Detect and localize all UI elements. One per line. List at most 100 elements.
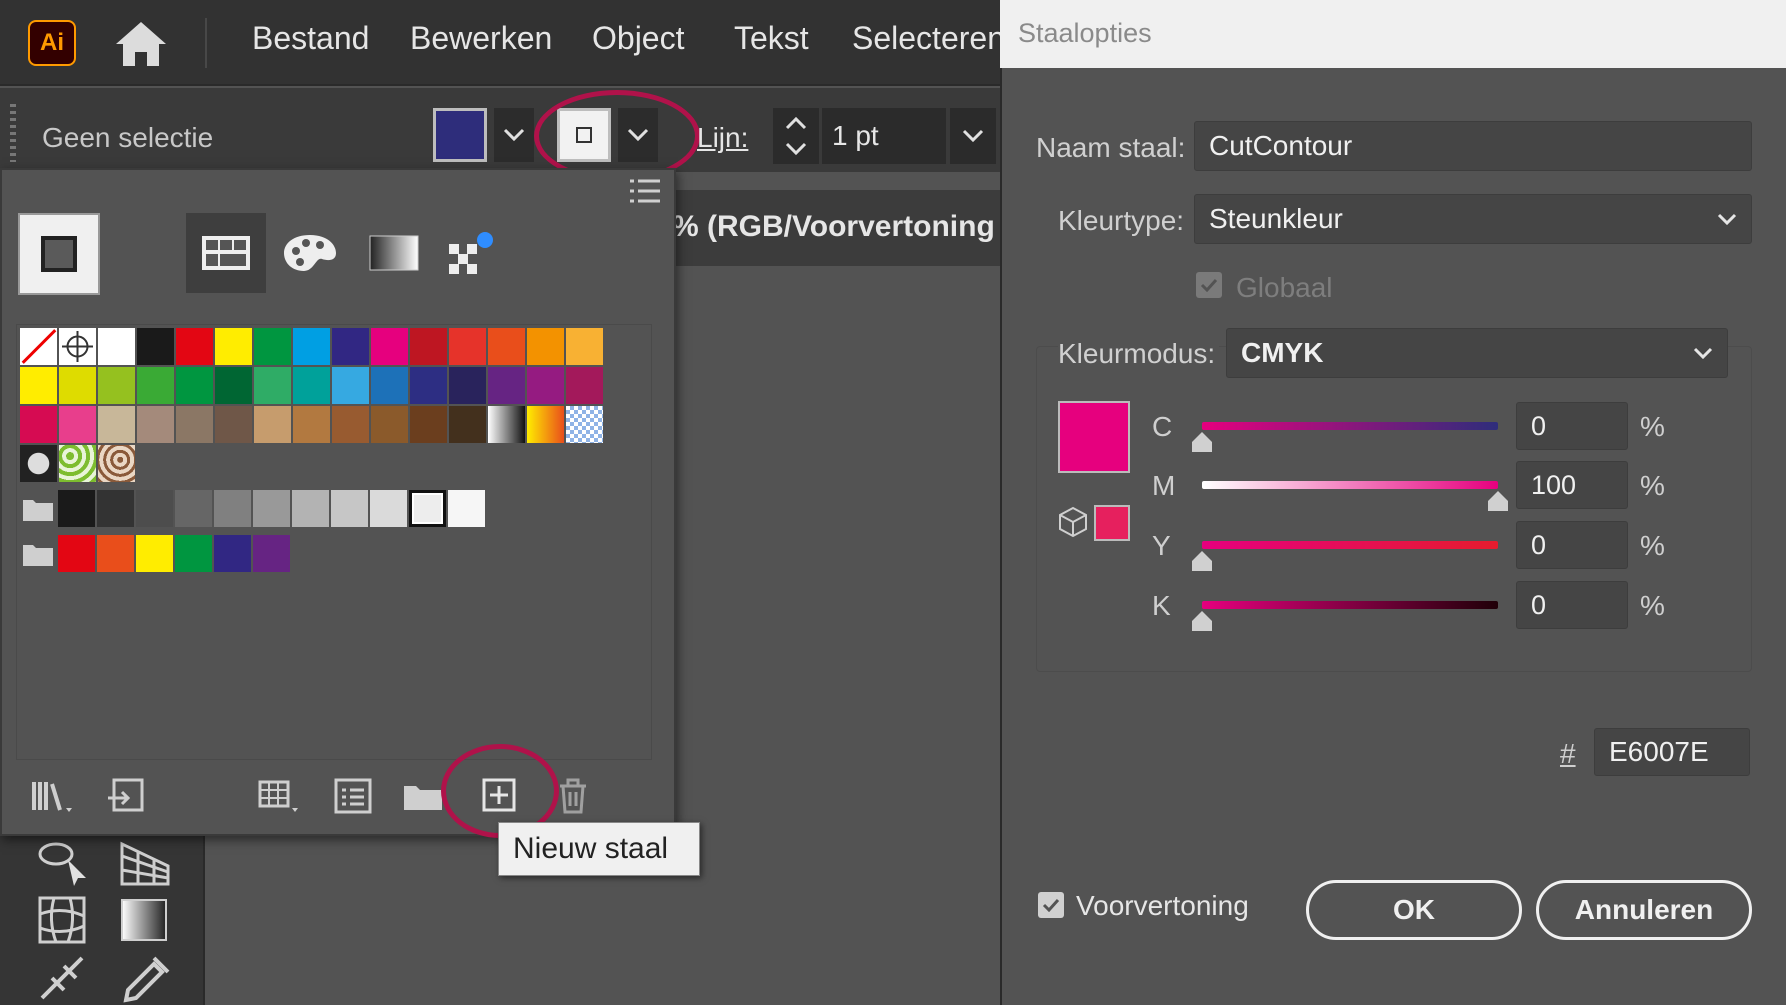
swatch[interactable] <box>410 406 447 443</box>
swatch[interactable] <box>97 490 134 527</box>
mesh-tool-icon[interactable] <box>32 892 94 948</box>
swatch[interactable] <box>254 406 291 443</box>
slider-thumb[interactable] <box>1190 551 1214 571</box>
swatch[interactable] <box>449 367 486 404</box>
global-checkbox[interactable] <box>1196 272 1222 298</box>
swatch[interactable] <box>332 367 369 404</box>
swatch[interactable] <box>332 328 369 365</box>
swatch-name-input[interactable]: CutContour <box>1194 121 1752 171</box>
swatch[interactable] <box>20 367 57 404</box>
swatch[interactable] <box>488 367 525 404</box>
home-icon[interactable] <box>112 18 170 70</box>
menu-tekst[interactable]: Tekst <box>734 20 809 57</box>
fill-stroke-indicator[interactable] <box>18 213 100 295</box>
swatch[interactable] <box>98 406 135 443</box>
gamut-corrected-swatch[interactable] <box>1094 505 1130 541</box>
swatch[interactable] <box>58 535 95 572</box>
slider-thumb[interactable] <box>1190 432 1214 452</box>
pattern-swatch[interactable] <box>98 445 135 482</box>
swatch[interactable] <box>410 367 447 404</box>
none-swatch[interactable] <box>20 328 57 365</box>
swatch[interactable] <box>97 535 134 572</box>
swatch[interactable] <box>137 328 174 365</box>
hex-input[interactable]: E6007E <box>1594 728 1750 776</box>
swatch[interactable] <box>59 406 96 443</box>
channel-input-y[interactable]: 0 <box>1516 521 1628 569</box>
swatch[interactable] <box>527 367 564 404</box>
swatch[interactable] <box>254 367 291 404</box>
swatch[interactable] <box>449 406 486 443</box>
swatch[interactable] <box>254 328 291 365</box>
stroke-weight-dropdown[interactable] <box>950 108 996 164</box>
shape-builder-tool-icon[interactable] <box>32 836 94 892</box>
swatch-libraries-icon[interactable] <box>30 774 76 818</box>
perspective-grid-tool-icon[interactable] <box>114 836 176 892</box>
swatch[interactable] <box>214 535 251 572</box>
swatch[interactable] <box>448 490 485 527</box>
pattern-swatch[interactable] <box>20 445 57 482</box>
swatch[interactable] <box>488 328 525 365</box>
new-color-group-icon[interactable] <box>400 774 446 818</box>
swatch[interactable] <box>59 367 96 404</box>
gradient-tool-icon[interactable] <box>114 892 176 948</box>
menu-bestand[interactable]: Bestand <box>252 20 369 57</box>
swatch[interactable] <box>137 406 174 443</box>
color-group-folder-icon[interactable] <box>20 490 56 527</box>
blend-tool-icon[interactable] <box>32 948 94 1004</box>
slider-k[interactable] <box>1202 601 1498 609</box>
slider-m[interactable] <box>1202 481 1498 489</box>
swatch[interactable] <box>136 535 173 572</box>
swatch[interactable] <box>215 406 252 443</box>
channel-input-k[interactable]: 0 <box>1516 581 1628 629</box>
swatch[interactable] <box>214 490 251 527</box>
swatch[interactable] <box>175 535 212 572</box>
swatch[interactable] <box>175 490 212 527</box>
slider-y[interactable] <box>1202 541 1498 549</box>
color-type-select[interactable]: Steunkleur <box>1194 194 1752 244</box>
color-swatches-button[interactable] <box>270 213 350 293</box>
fill-dropdown-button[interactable] <box>494 108 534 162</box>
swatch[interactable] <box>176 328 213 365</box>
selected-swatch[interactable] <box>409 490 446 527</box>
swatch[interactable] <box>293 367 330 404</box>
color-group-folder-icon[interactable] <box>20 535 56 572</box>
swatch[interactable] <box>176 406 213 443</box>
show-kinds-menu-icon[interactable] <box>256 774 302 818</box>
swatch[interactable] <box>566 328 603 365</box>
pattern-swatches-button[interactable] <box>432 213 512 293</box>
stroke-label[interactable]: Lijn: <box>697 122 748 154</box>
pattern-swatch[interactable] <box>566 406 603 443</box>
slider-c[interactable] <box>1202 422 1498 430</box>
out-of-web-gamut-icon[interactable] <box>1058 506 1088 538</box>
channel-input-m[interactable]: 100 <box>1516 461 1628 509</box>
panel-menu-icon[interactable] <box>628 178 662 204</box>
swatch[interactable] <box>527 328 564 365</box>
gradient-swatches-button[interactable] <box>354 213 434 293</box>
swatch[interactable] <box>293 406 330 443</box>
registration-swatch[interactable] <box>59 328 96 365</box>
swatch[interactable] <box>176 367 213 404</box>
swatch[interactable] <box>566 367 603 404</box>
slider-thumb[interactable] <box>1486 491 1510 511</box>
swatch[interactable] <box>292 490 329 527</box>
swatch[interactable] <box>58 490 95 527</box>
swatch[interactable] <box>253 490 290 527</box>
document-tab[interactable]: % (RGB/Voorvertoning <box>672 190 1000 266</box>
swatch[interactable] <box>137 367 174 404</box>
show-swatch-kinds-button[interactable] <box>186 213 266 293</box>
swatch[interactable] <box>371 367 408 404</box>
swatch[interactable] <box>20 406 57 443</box>
swatch[interactable] <box>136 490 173 527</box>
slider-thumb[interactable] <box>1190 611 1214 631</box>
menu-selecteren[interactable]: Selecteren <box>852 20 1000 57</box>
swatch[interactable] <box>215 367 252 404</box>
swatch[interactable] <box>370 490 407 527</box>
gradient-swatch[interactable] <box>488 406 525 443</box>
color-mode-select[interactable]: CMYK <box>1226 328 1728 378</box>
swatch[interactable] <box>332 406 369 443</box>
swatch[interactable] <box>331 490 368 527</box>
swatch[interactable] <box>98 328 135 365</box>
fill-color-swatch[interactable] <box>433 108 487 162</box>
stepper-arrows-icon[interactable] <box>773 108 819 164</box>
pattern-swatch[interactable] <box>59 445 96 482</box>
